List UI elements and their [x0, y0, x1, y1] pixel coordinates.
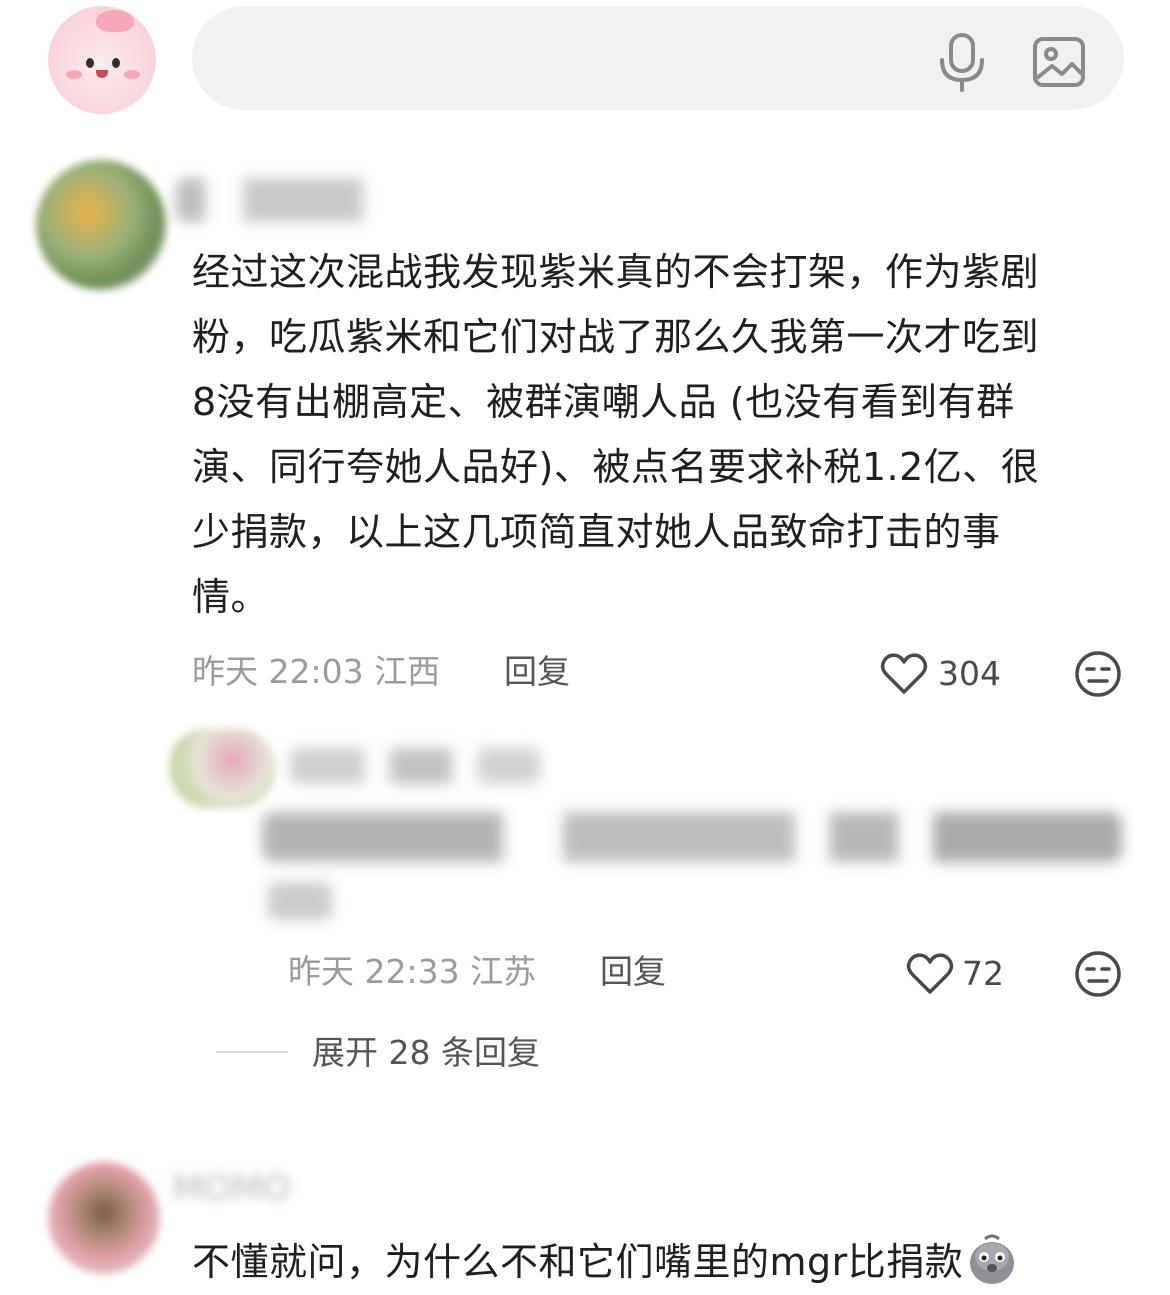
avatar-mouth — [96, 70, 108, 78]
comment-text-line: 经过这次混战我发现紫米真的不会打架，作为紫剧 — [192, 250, 1040, 294]
expand-divider — [216, 1051, 288, 1053]
commenter-username[interactable]: MOMO — [172, 1168, 322, 1208]
neutral-face-icon[interactable] — [1074, 650, 1122, 698]
comment-text-line: 少捐款，以上这几项简直对她人品致命打击的事 — [192, 510, 1001, 554]
comment-input-placeholder — [244, 42, 644, 78]
reply-like-count: 72 — [962, 954, 1004, 993]
commenter-avatar[interactable] — [36, 160, 166, 290]
comment-text-line: 演、同行夸她人品好)、被点名要求补税1.2亿、很 — [192, 445, 1040, 489]
comment-text-line: 8没有出棚高定、被群演嘲人品 (也没有看到有群 — [192, 380, 1015, 424]
reply-button[interactable]: 回复 — [504, 652, 570, 692]
neutral-face-icon[interactable] — [1074, 950, 1122, 998]
comment-body: 经过这次混战我发现紫米真的不会打架，作为紫剧 粉，吃瓜紫米和它们对战了那么久我第… — [192, 240, 1122, 630]
commenter-username[interactable] — [176, 178, 416, 222]
image-icon[interactable] — [1032, 36, 1086, 88]
avatar-tuft — [96, 10, 134, 32]
expand-replies-button[interactable]: 展开 28 条回复 — [312, 1033, 540, 1073]
comment-time: 昨天 22:03 — [192, 652, 364, 691]
reply-reply-button[interactable]: 回复 — [600, 952, 666, 992]
avatar-eye-left — [86, 58, 94, 68]
user-avatar[interactable] — [48, 6, 156, 114]
pigeon-emoji-icon — [970, 1234, 1015, 1284]
like-count: 304 — [938, 654, 1001, 693]
reply-location: 江苏 — [470, 952, 537, 991]
reply-username[interactable] — [290, 748, 540, 784]
reply-text-continued — [268, 882, 332, 920]
comment-meta: 昨天 22:03 江西 — [192, 652, 440, 692]
avatar-eye-right — [112, 58, 120, 68]
reply-text — [262, 812, 1122, 862]
comment-text-line: 情。 — [192, 575, 270, 619]
reply-avatar[interactable] — [168, 728, 276, 808]
comment-text: 不懂就问，为什么不和它们嘴里的mgr比捐款 — [192, 1230, 1122, 1295]
reply-time: 昨天 22:33 — [288, 952, 460, 991]
avatar-blush-left — [66, 70, 82, 79]
comment-location: 江西 — [374, 652, 441, 691]
commenter-avatar[interactable] — [48, 1162, 160, 1274]
reply-meta: 昨天 22:33 江苏 — [288, 952, 536, 992]
comment-text-content: 不懂就问，为什么不和它们嘴里的mgr比捐款 — [192, 1240, 964, 1284]
heart-icon[interactable] — [880, 652, 928, 696]
heart-icon[interactable] — [906, 952, 954, 996]
avatar-blush-right — [124, 70, 140, 79]
microphone-icon[interactable] — [934, 32, 990, 92]
comment-text-line: 粉，吃瓜紫米和它们对战了那么久我第一次才吃到 — [192, 315, 1040, 359]
comment-input[interactable] — [192, 6, 1124, 110]
